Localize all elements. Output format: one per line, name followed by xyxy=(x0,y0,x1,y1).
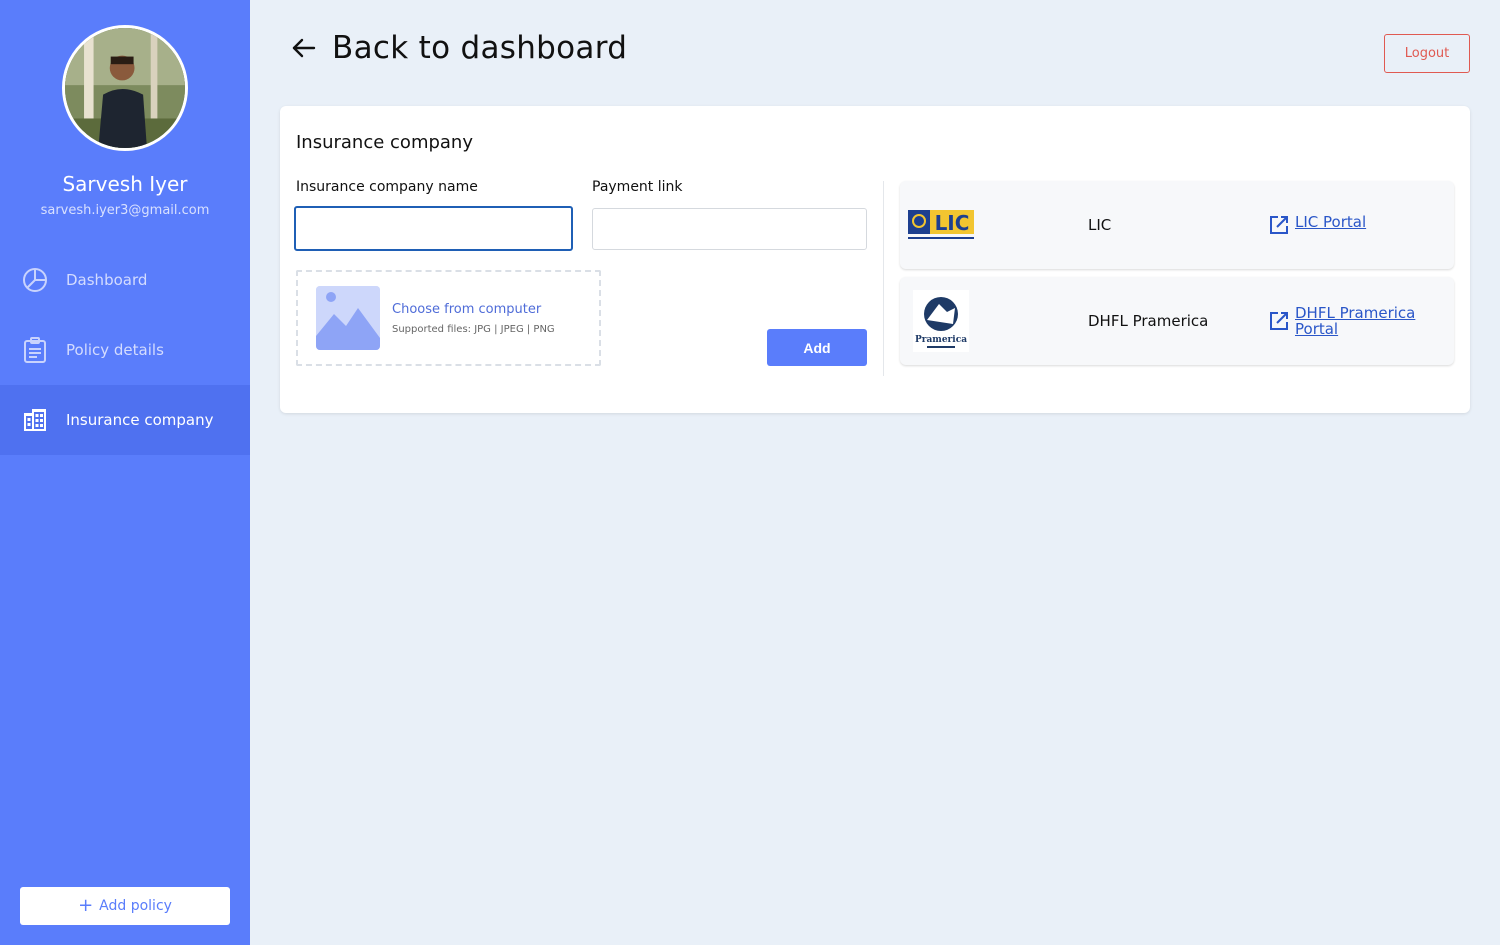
company-name-label: Insurance company name xyxy=(296,179,478,195)
sidebar-item-label: Insurance company xyxy=(66,411,214,429)
arrow-left-icon xyxy=(292,38,316,58)
svg-text:Pramerica: Pramerica xyxy=(915,335,967,345)
upload-title[interactable]: Choose from computer xyxy=(392,302,541,317)
insurance-company-card: Insurance company Insurance company name… xyxy=(280,106,1470,413)
add-policy-button[interactable]: + Add policy xyxy=(20,887,230,925)
plus-icon: + xyxy=(78,895,94,916)
sidebar-item-policy-details[interactable]: Policy details xyxy=(0,315,250,385)
dhfl-pramerica-portal-link[interactable]: DHFL Pramerica Portal xyxy=(1268,305,1430,337)
svg-text:LIC: LIC xyxy=(935,211,970,235)
payment-link-label: Payment link xyxy=(592,179,683,195)
logout-button[interactable]: Logout xyxy=(1384,34,1470,73)
card-title: Insurance company xyxy=(296,132,473,153)
company-row-dhfl-pramerica: Pramerica DHFL Pramerica DHFL Pramerica … xyxy=(900,277,1454,365)
external-link-icon xyxy=(1270,312,1288,330)
sidebar-item-label: Dashboard xyxy=(66,271,148,289)
sidebar-item-label: Policy details xyxy=(66,341,164,359)
building-icon xyxy=(22,407,48,433)
company-name-input[interactable] xyxy=(294,206,573,251)
company-name: DHFL Pramerica xyxy=(1088,312,1209,330)
image-placeholder-icon xyxy=(316,286,380,350)
company-row-lic: LIC LIC LIC Portal xyxy=(900,181,1454,269)
divider xyxy=(883,181,884,376)
lic-logo: LIC xyxy=(908,193,974,257)
sidebar-item-insurance-company[interactable]: Insurance company xyxy=(0,385,250,455)
company-name: LIC xyxy=(1088,216,1112,234)
file-upload-dropzone[interactable]: Choose from computer Supported files: JP… xyxy=(296,270,601,366)
sidebar: Sarvesh Iyer sarvesh.iyer3@gmail.com Das… xyxy=(0,0,250,945)
payment-link-input[interactable] xyxy=(592,208,867,250)
lic-portal-link[interactable]: LIC Portal xyxy=(1268,214,1430,236)
pie-chart-icon xyxy=(22,267,48,293)
back-to-dashboard-link[interactable]: Back to dashboard xyxy=(290,30,627,66)
external-link-icon xyxy=(1270,216,1288,234)
page-title: Back to dashboard xyxy=(332,30,628,66)
portal-link-label[interactable]: LIC Portal xyxy=(1295,214,1430,230)
clipboard-icon xyxy=(22,337,48,363)
avatar[interactable] xyxy=(62,25,188,151)
sidebar-item-dashboard[interactable]: Dashboard xyxy=(0,245,250,315)
user-name: Sarvesh Iyer xyxy=(62,172,188,196)
user-email: sarvesh.iyer3@gmail.com xyxy=(40,203,210,218)
portal-link-label[interactable]: DHFL Pramerica Portal xyxy=(1295,305,1430,337)
pramerica-logo: Pramerica xyxy=(908,289,974,353)
add-policy-label: Add policy xyxy=(99,898,172,914)
upload-supported-files: Supported files: JPG | JPEG | PNG xyxy=(392,324,555,335)
add-button[interactable]: Add xyxy=(767,329,867,366)
